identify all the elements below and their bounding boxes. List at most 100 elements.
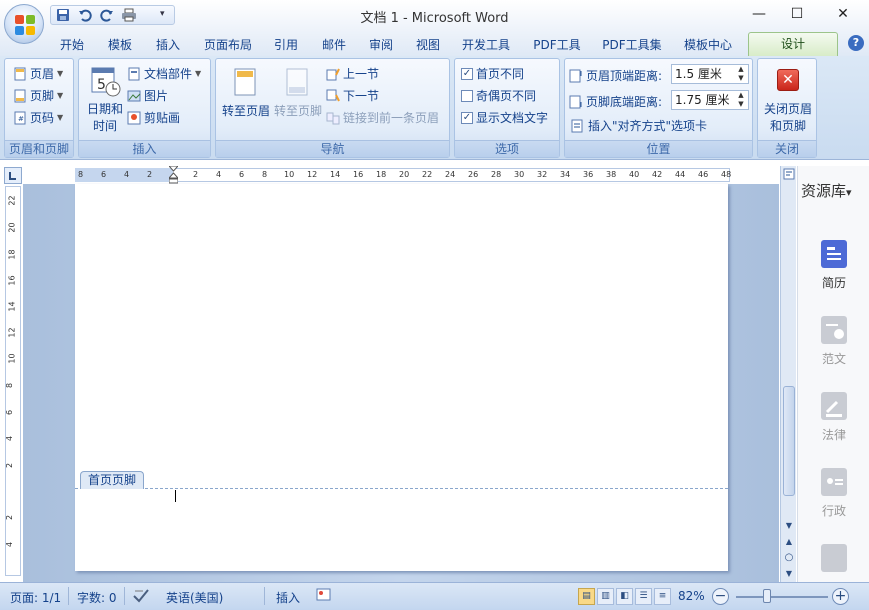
tab-view[interactable]: 视图 bbox=[408, 35, 448, 55]
insert-align-tab-button[interactable]: 插入"对齐方式"选项卡 bbox=[571, 117, 707, 134]
document-page[interactable] bbox=[75, 184, 728, 571]
minimize-button[interactable]: — bbox=[744, 3, 774, 25]
tab-developer[interactable]: 开发工具 bbox=[456, 35, 516, 55]
header-top-distance-label: 页眉顶端距离: bbox=[586, 69, 663, 83]
goto-header-button[interactable]: 转至页眉 bbox=[220, 63, 270, 143]
ruler-tick-label: 8 bbox=[262, 170, 268, 179]
close-red-x-icon: ✕ bbox=[777, 69, 799, 91]
prev-section-button[interactable]: 上一节 bbox=[326, 65, 379, 82]
ruler-tick-label: 18 bbox=[7, 249, 17, 260]
resource-library-title[interactable]: 资源库▾ bbox=[801, 180, 852, 201]
insert-mode-status[interactable]: 插入 bbox=[276, 589, 300, 606]
full-screen-reading-icon[interactable]: ▥ bbox=[597, 588, 614, 605]
header-distance-icon bbox=[569, 69, 583, 83]
group-label-insert: 插入 bbox=[79, 140, 210, 157]
sidepanel-item-law[interactable]: 法律 bbox=[810, 392, 858, 443]
close-button[interactable]: ✕ bbox=[828, 3, 858, 25]
ruler-tick-label: 4 bbox=[124, 170, 130, 179]
header-top-distance-input[interactable]: 1.5 厘米 ▲ ▼ bbox=[671, 64, 749, 84]
header-button[interactable]: 页眉 ▼ bbox=[13, 65, 63, 82]
date-time-button[interactable]: 5 日期和 时间 bbox=[85, 63, 123, 143]
ruler-tick-label: 22 bbox=[422, 170, 433, 179]
next-section-button[interactable]: 下一节 bbox=[326, 87, 379, 104]
link-to-previous-button[interactable]: 链接到前一条页眉 bbox=[326, 109, 439, 126]
maximize-button[interactable]: ☐ bbox=[782, 3, 812, 25]
picture-button[interactable]: 图片 bbox=[127, 87, 168, 104]
ruler-tick-label: 16 bbox=[7, 275, 17, 286]
tab-mailings[interactable]: 邮件 bbox=[314, 35, 354, 55]
tab-references[interactable]: 引用 bbox=[266, 35, 306, 55]
odd-even-different-checkbox[interactable]: 奇偶页不同 bbox=[461, 87, 536, 104]
zoom-out-button[interactable]: − bbox=[712, 588, 729, 605]
page-number-label: 页码 bbox=[30, 111, 55, 125]
zoom-slider-thumb[interactable] bbox=[763, 589, 771, 603]
ruler-tick-label: 8 bbox=[5, 382, 15, 389]
draft-view-icon[interactable]: ≡ bbox=[654, 588, 671, 605]
goto-footer-button[interactable]: 转至页脚 bbox=[272, 63, 322, 143]
browse-object-icon[interactable]: ○ bbox=[783, 552, 795, 564]
page-number-button[interactable]: # 页码 ▼ bbox=[13, 109, 63, 126]
calendar-clock-icon: 5 bbox=[91, 65, 121, 97]
sidepanel-item-sample-essays[interactable]: 范文 bbox=[810, 316, 858, 367]
doc-parts-button[interactable]: 文档部件 ▼ bbox=[127, 65, 201, 82]
sidepanel-item-resume[interactable]: 简历 bbox=[810, 240, 858, 291]
close-header-footer-line1: 关闭页眉 bbox=[763, 102, 812, 116]
zoom-in-button[interactable]: + bbox=[832, 588, 849, 605]
macro-record-icon[interactable] bbox=[316, 588, 332, 605]
footer-button[interactable]: 页脚 ▼ bbox=[13, 87, 63, 104]
sidepanel-item-label: 法律 bbox=[821, 428, 846, 442]
goto-header-icon bbox=[232, 67, 258, 100]
close-header-footer-button[interactable]: ✕ 关闭页眉 和页脚 bbox=[760, 63, 816, 141]
resource-library-panel: 资源库▾ 简历 范文 法律 行政 bbox=[797, 166, 869, 582]
outline-view-icon[interactable]: ☰ bbox=[635, 588, 652, 605]
tab-page-layout[interactable]: 页面布局 bbox=[198, 35, 258, 55]
ruler-tick-label: 44 bbox=[675, 170, 686, 179]
print-layout-view-icon[interactable]: ▤ bbox=[578, 588, 595, 605]
tab-insert[interactable]: 插入 bbox=[148, 35, 188, 55]
clip-art-button[interactable]: 剪贴画 bbox=[127, 109, 180, 126]
language-status[interactable]: 英语(美国) bbox=[166, 589, 223, 606]
tab-design[interactable]: 设计 bbox=[748, 32, 838, 56]
status-bar: 页面: 1/1 字数: 0 英语(美国) 插入 ▤ ▥ ◧ ☰ ≡ 82% − … bbox=[0, 582, 869, 610]
scroll-down-arrow-icon[interactable]: ▼ bbox=[783, 520, 795, 532]
tab-selector-icon[interactable] bbox=[4, 167, 22, 184]
web-layout-icon[interactable]: ◧ bbox=[616, 588, 633, 605]
vertical-scrollbar[interactable]: ▼ ▲ ○ ▼ bbox=[780, 166, 796, 582]
first-page-different-checkbox[interactable]: ✓ 首页不同 bbox=[461, 65, 524, 82]
zoom-slider-track[interactable] bbox=[736, 596, 828, 598]
word-count-status[interactable]: 字数: 0 bbox=[77, 589, 117, 606]
page-count-status[interactable]: 页面: 1/1 bbox=[10, 589, 61, 606]
sidepanel-item-admin[interactable]: 行政 bbox=[810, 468, 858, 519]
tab-pdf-tools[interactable]: PDF工具 bbox=[526, 35, 588, 55]
ruler-tick-label: 12 bbox=[7, 327, 17, 338]
scrollbar-thumb[interactable] bbox=[783, 386, 795, 496]
spinner-arrows-icon[interactable]: ▲ ▼ bbox=[734, 91, 748, 109]
gavel-icon bbox=[821, 392, 847, 420]
footer-boundary-line bbox=[75, 488, 728, 489]
help-icon[interactable]: ? bbox=[848, 35, 864, 51]
office-button[interactable] bbox=[4, 4, 44, 44]
tab-template-center[interactable]: 模板中心 bbox=[676, 35, 740, 55]
zoom-level[interactable]: 82% bbox=[678, 589, 705, 603]
ruler-toggle-icon[interactable] bbox=[783, 168, 795, 180]
footer-bottom-distance-input[interactable]: 1.75 厘米 ▲ ▼ bbox=[671, 90, 749, 110]
ruler-tick-label: 14 bbox=[7, 301, 17, 312]
show-doc-text-checkbox[interactable]: ✓ 显示文档文字 bbox=[461, 109, 548, 126]
previous-page-icon[interactable]: ▲ bbox=[783, 536, 795, 548]
checkbox-checked-icon: ✓ bbox=[461, 67, 473, 80]
tab-home[interactable]: 开始 bbox=[52, 35, 92, 55]
next-page-icon[interactable]: ▼ bbox=[783, 568, 795, 580]
spinner-arrows-icon[interactable]: ▲ ▼ bbox=[734, 65, 748, 83]
tab-templates[interactable]: 模板 bbox=[100, 35, 140, 55]
window-title: 文档 1 - Microsoft Word bbox=[360, 11, 509, 26]
sidepanel-item-more[interactable] bbox=[810, 544, 858, 582]
tab-pdf-toolset[interactable]: PDF工具集 bbox=[598, 35, 666, 55]
tab-review[interactable]: 审阅 bbox=[361, 35, 401, 55]
text-cursor bbox=[175, 490, 176, 502]
proofing-icon[interactable] bbox=[132, 587, 150, 606]
group-navigation: 转至页眉 转至页脚 上一节 下一节 链接到前一条页眉 导航 bbox=[215, 58, 450, 158]
indent-marker-icon[interactable] bbox=[167, 165, 180, 184]
close-header-footer-line2: 和页脚 bbox=[769, 119, 806, 133]
ruler-tick-label: 2 bbox=[147, 170, 153, 179]
prev-section-icon bbox=[326, 67, 340, 81]
